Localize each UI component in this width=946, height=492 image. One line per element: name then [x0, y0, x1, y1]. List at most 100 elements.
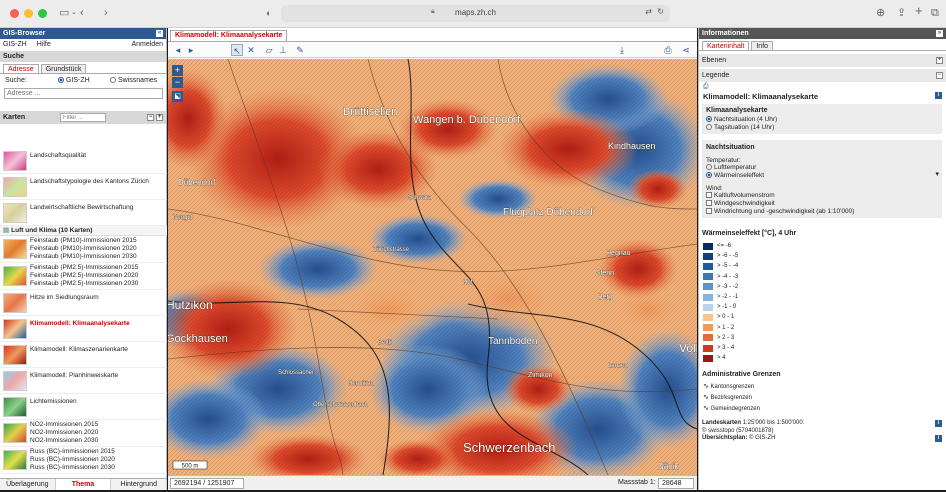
- print-legend-icon[interactable]: ⎙: [703, 83, 709, 91]
- address-search-input[interactable]: [4, 88, 163, 99]
- layer-label: Klimamodell: Planhinweiskarte: [30, 372, 119, 379]
- layer-item[interactable]: NO2-Immissionen 2015 NO2-Immissionen 2020…: [0, 420, 167, 447]
- tab-overview-icon[interactable]: ⧉: [931, 6, 939, 20]
- map-tab[interactable]: Klimamodell: Klimaanalysekarte: [170, 30, 288, 41]
- layer-item[interactable]: Feinstaub (PM10)-Immissionen 2015 Feinsta…: [0, 236, 167, 263]
- place-label: Schwerzenbach: [463, 440, 556, 455]
- radio-night[interactable]: Nachtsituation (4 Uhr): [706, 116, 777, 123]
- legend-item: > -2 - -1: [703, 292, 738, 302]
- tab-grundstueck[interactable]: Grundstück: [40, 64, 87, 73]
- legend-swatch: [703, 334, 713, 342]
- layer-item[interactable]: Lichtemissionen: [0, 394, 167, 420]
- night-title: Nachtsituation: [706, 144, 755, 151]
- layer-group-header[interactable]: ▤ Luft und Klima (10 Karten): [0, 226, 167, 236]
- info-icon[interactable]: i: [935, 420, 942, 427]
- scale-input[interactable]: 28648: [658, 478, 694, 489]
- wind-label: Wind:: [706, 185, 723, 192]
- zoom-window-button[interactable]: [38, 9, 47, 18]
- collapse-icon[interactable]: −: [936, 72, 943, 79]
- panel-title: GIS-Browser: [3, 30, 46, 37]
- expand-icon[interactable]: +: [936, 57, 943, 64]
- nav-forward-icon[interactable]: ▸: [185, 44, 197, 56]
- layer-label: Landwirtschaftliche Bewirtschaftung: [30, 204, 134, 211]
- info-icon[interactable]: i: [935, 92, 942, 99]
- radio-gis-zh[interactable]: GIS-ZH: [58, 74, 90, 88]
- new-tab-icon[interactable]: +: [915, 4, 923, 18]
- menu-hilfe[interactable]: Hilfe: [37, 39, 51, 51]
- map-filter-input[interactable]: [60, 113, 106, 122]
- sidebar-toggle-icon[interactable]: ▭: [59, 6, 69, 20]
- layer-item[interactable]: Russ (BC)-Immissionen 2015 Russ (BC)-Immi…: [0, 447, 167, 474]
- legend-item: > 1 - 2: [703, 323, 734, 333]
- measure-tool-icon[interactable]: ▱: [263, 44, 275, 56]
- checkbox-kaltluft[interactable]: Kaltluftvolumenstrom: [706, 192, 775, 199]
- legend-label: > -5 - -4: [717, 263, 739, 270]
- nav-back-icon[interactable]: ◂: [172, 44, 184, 56]
- layer-item[interactable]: Feinstaub (PM2.5)-Immissionen 2015 Feinst…: [0, 263, 167, 290]
- radio-lufttemperatur[interactable]: Lufttemperatur: [706, 164, 756, 171]
- admin-title: Administrative Grenzen: [702, 371, 781, 378]
- tab-thema[interactable]: Thema: [55, 479, 112, 490]
- tab-adresse[interactable]: Adresse: [3, 64, 39, 73]
- zoom-in-button[interactable]: +: [172, 65, 183, 76]
- layer-item[interactable]: Landwirtschaftliche Bewirtschaftung: [0, 200, 167, 226]
- zoom-out-button[interactable]: −: [172, 77, 183, 88]
- close-window-button[interactable]: [10, 9, 19, 18]
- search-section-header: Suche: [0, 51, 166, 62]
- share-icon[interactable]: ⇪: [897, 6, 906, 20]
- radio-swissnames[interactable]: Swissnames: [110, 74, 157, 88]
- tab-karteninhalt[interactable]: Karteninhalt: [702, 41, 750, 50]
- legend-item: <= -6: [703, 241, 731, 251]
- checkbox-windgeschwindigkeit[interactable]: Windgeschwindigkeit: [706, 200, 775, 207]
- expand-all-icon[interactable]: +: [156, 114, 163, 121]
- forward-icon[interactable]: ›: [104, 6, 108, 20]
- map-canvas[interactable]: 500 m Brüttisellen Wangen b. Dübendorf Kin…: [168, 59, 697, 475]
- address-bar[interactable]: 🔒︎ maps.zh.ch ⇄ ↻: [281, 5, 670, 22]
- collapse-all-icon[interactable]: −: [147, 114, 154, 121]
- radio-waermeinseleffekt[interactable]: Wärmeinseleffekt: [706, 172, 764, 179]
- boundary-symbol-icon: ∿: [703, 405, 709, 412]
- select-tool-icon[interactable]: ↖: [231, 44, 243, 56]
- collapse-panel-icon[interactable]: «: [156, 30, 163, 37]
- radio-day[interactable]: Tagsituation (14 Uhr): [706, 124, 774, 131]
- draw-tool-icon[interactable]: ✎: [294, 44, 306, 56]
- place-label: Wangen b. Dübendorf: [413, 114, 521, 126]
- privacy-shield-icon[interactable]: ◐: [266, 6, 271, 20]
- stamp-tool-icon[interactable]: ⊥: [277, 44, 289, 56]
- place-label: Zimikon: [528, 372, 553, 379]
- downloads-icon[interactable]: ⊕: [876, 6, 885, 20]
- info-icon[interactable]: i: [935, 435, 942, 442]
- legend-item: > -4 - -3: [703, 272, 738, 282]
- minimize-window-button[interactable]: [24, 9, 33, 18]
- login-link[interactable]: Anmelden: [131, 39, 163, 51]
- translate-icon[interactable]: ⇄: [645, 7, 652, 16]
- zoom-box-icon[interactable]: ⬕: [172, 91, 183, 102]
- tab-hintergrund[interactable]: Hintergrund: [111, 479, 168, 490]
- print-icon[interactable]: ⎙: [662, 44, 674, 56]
- layer-item[interactable]: Landschaftstypologie des Kantons Zürich: [0, 174, 167, 200]
- chevron-down-icon[interactable]: ⌄: [71, 6, 77, 20]
- layer-item[interactable]: Klimamodell: Klimaszenarienkarte: [0, 342, 167, 368]
- download-icon[interactable]: ⤓: [616, 44, 628, 56]
- back-icon[interactable]: ‹: [80, 6, 84, 20]
- layer-item[interactable]: Klimamodell: Klimaanalysekarte: [0, 316, 167, 342]
- chevron-down-icon[interactable]: ▾: [935, 170, 939, 178]
- tab-ueberlagerung[interactable]: Überlagerung: [0, 479, 56, 490]
- collapse-info-icon[interactable]: »: [936, 30, 943, 37]
- tab-info[interactable]: Info: [751, 41, 774, 50]
- layer-item[interactable]: Hitze im Siedlungsraum: [0, 290, 167, 316]
- menu-gis-zh[interactable]: GIS-ZH: [3, 39, 27, 51]
- legend-item: > 4: [703, 353, 726, 363]
- legend-swatch: [703, 313, 713, 321]
- section-ebenen[interactable]: Ebenen +: [699, 54, 946, 67]
- search-options: Suche: GIS-ZH Swissnames: [0, 74, 166, 88]
- gis-browser-header: GIS-Browser «: [0, 28, 166, 39]
- reload-icon[interactable]: ↻: [657, 7, 664, 16]
- section-legende[interactable]: Legende −: [699, 69, 946, 82]
- checkbox-windrichtung[interactable]: Windrichtung und -geschwindigkeit (ab 1:…: [706, 208, 854, 215]
- layer-item[interactable]: Landschaftsqualität: [0, 148, 167, 174]
- share-map-icon[interactable]: ⋖: [680, 44, 692, 56]
- coordinates-field[interactable]: 2692194 / 1251907: [170, 478, 244, 489]
- layer-item[interactable]: Klimamodell: Planhinweiskarte: [0, 368, 167, 394]
- deselect-tool-icon[interactable]: ✕: [245, 44, 257, 56]
